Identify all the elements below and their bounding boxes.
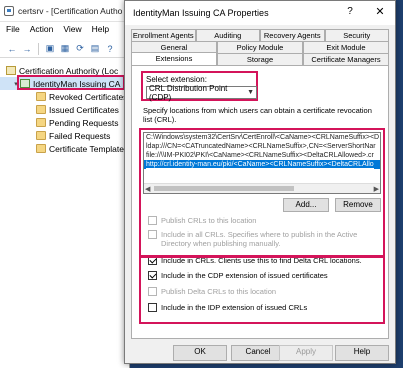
list-item[interactable]: C:\Windows\system32\CertSrv\CertEnroll\<… [144,133,380,142]
ok-button[interactable]: OK [173,345,227,361]
menu-file[interactable]: File [6,24,20,38]
tab-row-1: Enrollment Agents Auditing Recovery Agen… [131,29,389,41]
include-in-crls-checkbox[interactable] [148,256,157,265]
publish-delta-checkbox[interactable] [148,287,157,296]
refresh-icon[interactable]: ⟳ [74,43,86,55]
folder-icon [36,105,46,114]
mmc-menu-bar: File Action View Help [0,24,130,38]
tab-enrollment-agents[interactable]: Enrollment Agents [131,29,196,41]
mmc-toolbar: ← → ▣ ▦ ⟳ ▤ ? [0,40,130,58]
scroll-right-icon[interactable]: ▶ [374,185,380,193]
list-item[interactable]: ldap:///CN=<CATruncatedName><CRLNameSuff… [144,142,380,151]
scroll-left-icon[interactable]: ◀ [144,185,150,193]
tree-item-issued[interactable]: Issued Certificates [0,103,130,116]
include-all-crls-label: Include in all CRLs. Specifies where to … [161,230,358,248]
scrollbar-thumb[interactable] [154,186,294,191]
select-extension-group: Select extension: CRL Distribution Point… [141,71,258,102]
tab-security[interactable]: Security [324,29,389,41]
toolbar-separator [38,42,39,55]
tab-storage[interactable]: Storage [217,53,303,65]
tree-item-templates[interactable]: Certificate Templates [0,142,130,155]
tab-extensions[interactable]: Extensions [131,52,217,65]
menu-view[interactable]: View [63,24,81,38]
include-idp-label: Include in the IDP extension of issued C… [161,303,308,312]
publish-crls-checkbox[interactable] [148,216,157,225]
menu-action[interactable]: Action [30,24,54,38]
publish-delta-label: Publish Delta CRLs to this location [161,287,277,296]
tab-recovery-agents[interactable]: Recovery Agents [260,29,325,41]
tree-root-label: Certification Authority (Loc [19,65,119,76]
cancel-button[interactable]: Cancel [231,345,285,361]
locations-description: Specify locations from which users can o… [143,106,372,124]
tab-strip: Enrollment Agents Auditing Recovery Agen… [131,29,389,65]
include-in-crls-label: Include in CRLs. Clients use this to fin… [161,256,362,265]
tree-item-ca[interactable]: ▾ IdentityMan Issuing CA [0,77,130,90]
folder-icon [36,144,46,153]
tree-folder-label: Issued Certificates [49,104,119,115]
publish-delta-option[interactable]: Publish Delta CRLs to this location [148,287,378,296]
tab-policy-module[interactable]: Policy Module [217,41,303,53]
horizontal-scrollbar[interactable]: ◀ ▶ [144,183,380,193]
properties-dialog: IdentityMan Issuing CA Properties ? ✕ En… [124,0,396,364]
menu-help[interactable]: Help [92,24,109,38]
apply-button[interactable]: Apply [279,345,333,361]
include-cdp-option[interactable]: Include in the CDP extension of issued c… [148,271,378,280]
publish-crls-option[interactable]: Publish CRLs to this location [148,216,378,225]
back-arrow-icon[interactable]: ← [6,43,18,55]
include-in-crls-option[interactable]: Include in CRLs. Clients use this to fin… [148,256,378,265]
include-idp-checkbox[interactable] [148,303,157,312]
remove-button[interactable]: Remove [335,198,381,212]
include-cdp-checkbox[interactable] [148,271,157,280]
export-list-icon[interactable]: ▤ [89,43,101,55]
selected-location-text: http://crl.identity-man.eu/pki/<CaName><… [146,161,374,169]
certsrv-app-icon [4,5,14,16]
ca-server-icon [20,79,30,88]
folder-icon [36,92,46,101]
list-item-selected[interactable]: http://crl.identity-man.eu/pki/<CaName><… [144,160,380,169]
extension-select-value: CRL Distribution Point (CDP) [149,83,228,102]
locations-list[interactable]: C:\Windows\system32\CertSrv\CertEnroll\<… [143,132,381,194]
extension-select[interactable]: CRL Distribution Point (CDP) ▼ [146,83,257,102]
up-folder-icon[interactable]: ▣ [44,43,56,55]
dialog-title-bar: IdentityMan Issuing CA Properties ? ✕ [125,1,395,25]
tree-ca-label: IdentityMan Issuing CA [33,78,121,89]
folder-icon [36,131,46,140]
include-all-crls-option[interactable]: Include in all CRLs. Specifies where to … [148,230,378,248]
tab-certificate-managers[interactable]: Certificate Managers [303,53,389,65]
include-idp-option[interactable]: Include in the IDP extension of issued C… [148,303,378,312]
tree-folder-label: Failed Requests [49,130,111,141]
mmc-title: certsrv - [Certification Autho [18,5,123,16]
mmc-window: certsrv - [Certification Autho File Acti… [0,0,130,368]
list-item[interactable]: file://\\IM-PKI02\PKI\<CaName><CRLNameSu… [144,151,380,160]
include-all-crls-checkbox[interactable] [148,230,157,239]
folder-icon [36,118,46,127]
tree-item-failed[interactable]: Failed Requests [0,129,130,142]
tree-item-revoked[interactable]: Revoked Certificates [0,90,130,103]
show-tree-icon[interactable]: ▦ [59,43,71,55]
tree-root[interactable]: Certification Authority (Loc [0,64,130,77]
help-icon[interactable]: ? [104,43,116,55]
tab-exit-module[interactable]: Exit Module [303,41,389,53]
tree-folder-label: Certificate Templates [49,143,129,154]
include-cdp-label: Include in the CDP extension of issued c… [161,271,328,280]
chevron-down-icon: ▼ [247,89,254,96]
help-question-icon[interactable]: ? [343,6,357,17]
certificate-authority-icon [6,66,16,75]
tab-row-3: Extensions Storage Certificate Managers [131,52,389,65]
mmc-title-bar: certsrv - [Certification Autho [0,0,130,22]
forward-arrow-icon[interactable]: → [21,43,33,55]
tree-item-pending[interactable]: Pending Requests [0,116,130,129]
collapse-arrow-icon[interactable]: ▾ [12,80,20,88]
add-button[interactable]: Add... [283,198,329,212]
close-icon[interactable]: ✕ [373,5,387,18]
tab-auditing[interactable]: Auditing [195,29,260,41]
help-button[interactable]: Help [335,345,389,361]
publish-crls-label: Publish CRLs to this location [161,216,257,225]
tree-folder-label: Pending Requests [49,117,119,128]
dialog-title: IdentityMan Issuing CA Properties [133,8,269,18]
extensions-panel: Select extension: CRL Distribution Point… [131,65,389,339]
tree-folder-label: Revoked Certificates [49,91,128,102]
console-tree: Certification Authority (Loc ▾ IdentityM… [0,64,130,155]
